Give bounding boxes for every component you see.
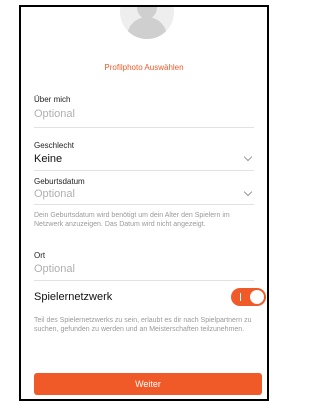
next-button[interactable]: Weiter — [34, 373, 262, 395]
birthdate-label: Geburtsdatum — [34, 177, 85, 186]
birthdate-select[interactable]: Optional — [34, 188, 75, 200]
about-label: Über mich — [34, 95, 71, 104]
gender-select[interactable]: Keine — [34, 153, 62, 165]
toggle-knob — [250, 290, 264, 304]
birthdate-help-text: Dein Geburtsdatum wird benötigt um dein … — [34, 212, 230, 228]
location-label: Ort — [34, 251, 46, 260]
avatar[interactable] — [120, 7, 174, 39]
profile-form-screen: Profilphoto Auswählen Über mich Optional… — [19, 5, 269, 401]
birthdate-divider — [34, 204, 254, 205]
player-network-help-text: Teil des Spielernetzwerks zu sein, erlau… — [34, 317, 252, 333]
gender-label: Geschlecht — [34, 141, 75, 150]
location-input[interactable]: Optional — [34, 263, 75, 275]
player-network-toggle[interactable] — [231, 288, 266, 306]
about-divider — [34, 127, 254, 128]
chevron-down-icon[interactable] — [243, 152, 253, 162]
location-divider — [34, 280, 254, 281]
toggle-on-mark — [240, 293, 241, 301]
avatar-shoulders — [127, 17, 167, 39]
choose-photo-link[interactable]: Profilphoto Auswählen — [21, 63, 267, 72]
about-input[interactable]: Optional — [34, 108, 75, 120]
gender-divider — [34, 170, 254, 171]
chevron-down-icon[interactable] — [243, 187, 253, 197]
player-network-title: Spielernetzwerk — [34, 291, 113, 303]
